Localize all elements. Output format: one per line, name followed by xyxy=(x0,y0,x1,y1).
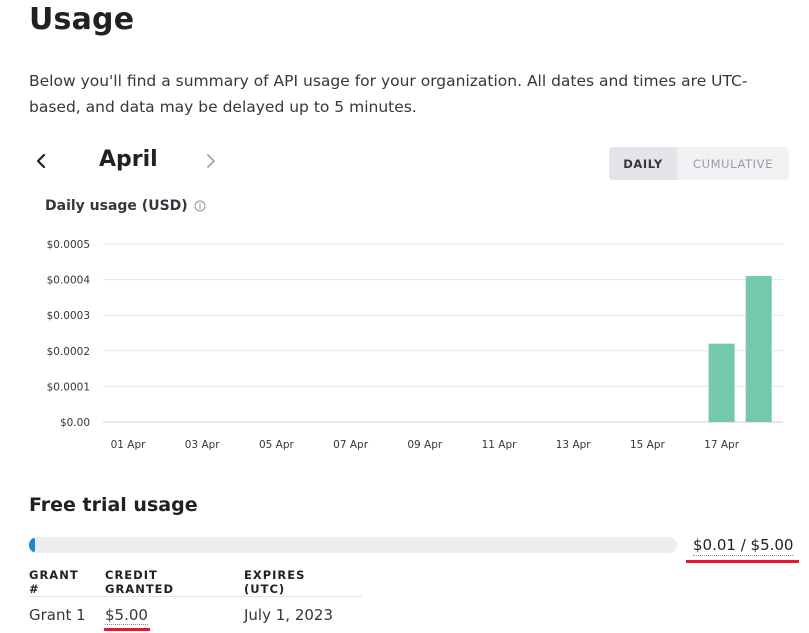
expires-date: July 1, 2023 xyxy=(244,606,333,624)
view-toggle: DAILY CUMULATIVE xyxy=(609,147,789,180)
x-tick-label: 05 Apr xyxy=(259,439,295,451)
cumulative-view-button[interactable]: CUMULATIVE xyxy=(677,147,789,180)
credit-granted-value: $5.00 xyxy=(105,606,148,625)
y-tick-label: $0.0002 xyxy=(47,346,90,358)
daily-usage-chart: $0.0005 $0.0004 $0.0003 $0.0002 $0.0001 $0.00… xyxy=(47,239,783,451)
month-label: April xyxy=(99,147,158,172)
annotation-underline-credit xyxy=(104,628,150,631)
chart-title-text: Daily usage (USD) xyxy=(45,198,188,214)
daily-view-button[interactable]: DAILY xyxy=(609,147,677,180)
chevron-right-icon xyxy=(205,153,217,172)
free-trial-progress-bar xyxy=(29,537,677,553)
page-title: Usage xyxy=(29,2,135,37)
x-tick-label: 13 Apr xyxy=(556,439,592,451)
y-tick-label: $0.00 xyxy=(60,417,90,429)
x-tick-label: 09 Apr xyxy=(407,439,443,451)
chevron-left-icon xyxy=(35,153,47,172)
table-row: Grant 1 $5.00 July 1, 2023 xyxy=(29,597,362,633)
free-trial-title: Free trial usage xyxy=(29,494,198,516)
x-tick-label: 11 Apr xyxy=(482,439,518,451)
x-tick-label: 03 Apr xyxy=(185,439,221,451)
page-description: Below you'll find a summary of API usage… xyxy=(29,72,748,116)
previous-month-button[interactable] xyxy=(29,145,53,179)
info-icon[interactable] xyxy=(194,200,206,212)
free-trial-usage-amount: $0.01 / $5.00 xyxy=(693,536,794,556)
grants-table: GRANT # CREDIT GRANTED EXPIRES (UTC) Gra… xyxy=(29,568,362,633)
grants-table-header: GRANT # CREDIT GRANTED EXPIRES (UTC) xyxy=(29,568,362,597)
column-header-credit-granted: CREDIT GRANTED xyxy=(105,568,244,597)
column-header-expires: EXPIRES (UTC) xyxy=(244,568,362,597)
annotation-underline-usage xyxy=(686,560,799,563)
x-tick-label: 15 Apr xyxy=(630,439,666,451)
x-tick-label: 07 Apr xyxy=(333,439,369,451)
x-tick-label: 17 Apr xyxy=(704,439,740,451)
usage-bar[interactable] xyxy=(708,343,735,422)
next-month-button[interactable] xyxy=(199,145,223,179)
chart-title: Daily usage (USD) xyxy=(45,198,206,214)
y-tick-label: $0.0001 xyxy=(47,381,90,393)
column-header-grant: GRANT # xyxy=(29,568,105,597)
y-tick-label: $0.0003 xyxy=(47,310,90,322)
y-tick-label: $0.0005 xyxy=(47,239,90,251)
x-tick-label: 01 Apr xyxy=(111,439,147,451)
month-navigation: April xyxy=(29,145,249,179)
usage-bar[interactable] xyxy=(745,276,772,422)
free-trial-progress-fill xyxy=(29,537,35,553)
y-tick-label: $0.0004 xyxy=(47,275,91,287)
grant-name: Grant 1 xyxy=(29,606,86,624)
